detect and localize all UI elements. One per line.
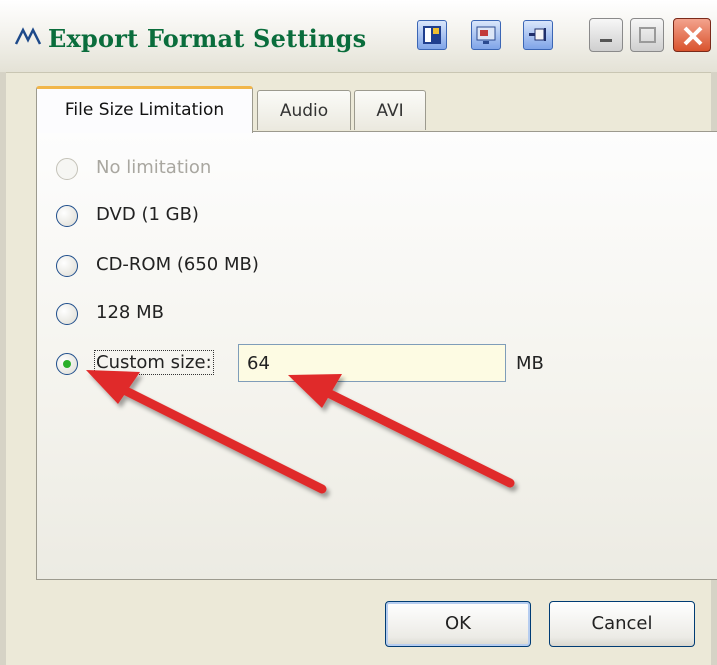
maximize-button[interactable]: [630, 18, 664, 52]
layout-icon: [423, 26, 441, 44]
tab-file-size-limitation[interactable]: File Size Limitation: [36, 86, 253, 133]
radio-selected-dot: [63, 360, 71, 368]
monitor-button[interactable]: [471, 20, 501, 50]
option-label: Custom size:: [94, 350, 214, 375]
close-icon: [683, 26, 703, 46]
cancel-button[interactable]: Cancel: [549, 601, 695, 647]
custom-size-input[interactable]: [238, 344, 506, 382]
option-label: DVD (1 GB): [96, 204, 199, 225]
pin-icon: [529, 28, 546, 41]
window-border-left: [0, 72, 6, 665]
app-logo-icon: [14, 27, 42, 45]
window-title: Export Format Settings: [48, 24, 367, 53]
option-label: CD-ROM (650 MB): [96, 254, 259, 275]
pin-button[interactable]: [523, 20, 553, 50]
minimize-button[interactable]: [589, 18, 623, 52]
unit-label: MB: [516, 353, 544, 374]
title-bar[interactable]: Export Format Settings: [0, 0, 717, 73]
export-format-settings-dialog: Export Format Settings File Size Limitat…: [0, 0, 717, 665]
radio-button[interactable]: [56, 205, 78, 227]
close-button[interactable]: [673, 18, 711, 52]
tab-avi[interactable]: AVI: [354, 90, 426, 130]
tab-audio[interactable]: Audio: [257, 90, 351, 130]
radio-button[interactable]: [56, 255, 78, 277]
radio-button-selected[interactable]: [56, 353, 78, 375]
maximize-icon: [639, 27, 656, 43]
monitor-icon: [476, 26, 496, 44]
minimize-icon: [600, 39, 612, 42]
radio-button[interactable]: [56, 158, 78, 180]
layout-button[interactable]: [417, 20, 447, 50]
option-label: 128 MB: [96, 302, 164, 323]
radio-button[interactable]: [56, 303, 78, 325]
ok-button[interactable]: OK: [385, 601, 531, 647]
option-label: No limitation: [96, 157, 212, 178]
